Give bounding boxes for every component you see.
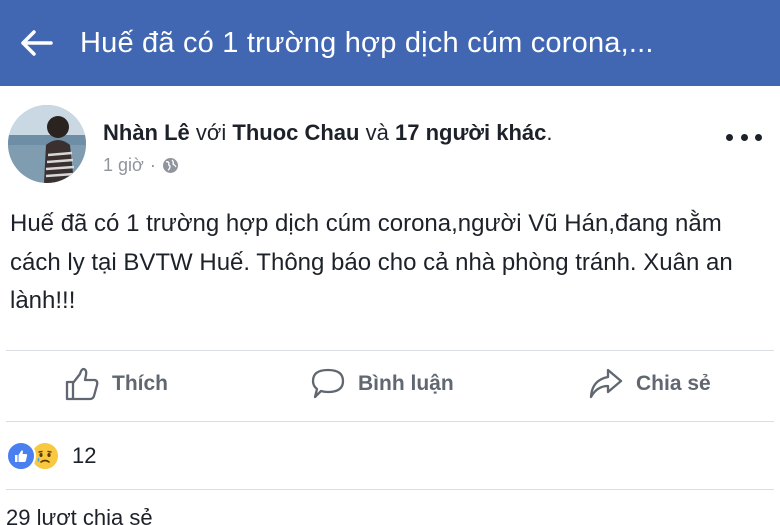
thumbs-up-icon: [65, 367, 99, 401]
like-button[interactable]: Thích: [64, 364, 168, 404]
more-dot-icon: [740, 133, 748, 141]
post-text: Huế đã có 1 trường hợp dịch cúm corona,n…: [10, 210, 733, 314]
page-title: Huế đã có 1 trường hợp dịch cúm corona,.…: [80, 26, 654, 59]
comment-button[interactable]: Bình luận: [310, 364, 454, 404]
post-actions: Thích Bình luận Chia sẻ: [0, 356, 780, 414]
tagged-person[interactable]: Thuoc Chau: [232, 120, 359, 145]
like-label: Thích: [112, 372, 168, 395]
reactions-summary[interactable]: 12: [6, 437, 96, 475]
post-meta: 1 giờ ·: [103, 155, 179, 176]
globe-icon: [162, 158, 178, 173]
share-button[interactable]: Chia sẻ: [588, 364, 711, 404]
divider: [6, 489, 774, 490]
comment-icon: [311, 368, 345, 399]
comment-label: Bình luận: [358, 372, 454, 395]
back-button[interactable]: [6, 13, 66, 73]
avatar[interactable]: [8, 105, 86, 183]
share-label: Chia sẻ: [636, 372, 711, 395]
like-reaction-icon: [6, 441, 36, 471]
author-line: Nhàn Lê với Thuoc Chau và 17 người khác.: [103, 120, 553, 146]
post-header: Nhàn Lê với Thuoc Chau và 17 người khác.…: [0, 100, 780, 190]
more-options-button[interactable]: [726, 127, 762, 147]
share-count[interactable]: 29 lượt chia sẻ: [6, 505, 153, 525]
share-icon: [589, 368, 623, 399]
tagged-others[interactable]: 17 người khác: [395, 120, 546, 145]
divider: [6, 421, 774, 422]
period: .: [546, 120, 553, 145]
separator-dot: ·: [149, 155, 156, 175]
top-app-bar: Huế đã có 1 trường hợp dịch cúm corona,.…: [0, 0, 780, 86]
author-name[interactable]: Nhàn Lê: [103, 120, 190, 145]
and-word: và: [365, 120, 389, 145]
more-dot-icon: [755, 133, 762, 141]
post-time[interactable]: 1 giờ: [103, 155, 144, 176]
reaction-count: 12: [72, 443, 97, 468]
arrow-left-icon: [21, 30, 53, 56]
divider: [6, 350, 774, 351]
more-dot-icon: [726, 133, 733, 141]
with-word: với: [195, 120, 227, 145]
